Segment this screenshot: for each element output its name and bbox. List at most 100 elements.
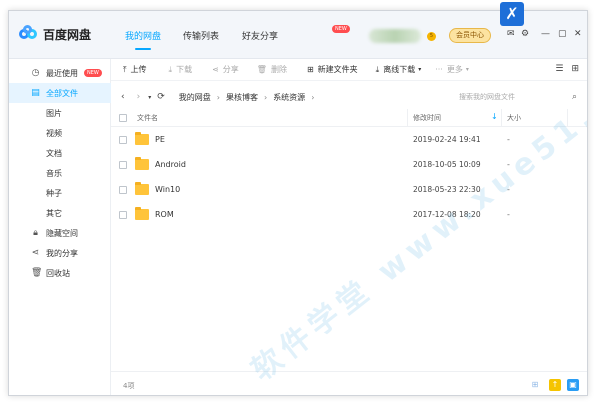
sidebar-item-label: 文档 [46, 148, 62, 158]
clock-icon: ◷ [31, 67, 40, 78]
file-time: 2018-10-05 10:09 [413, 160, 481, 169]
vip-center-button[interactable]: 会员中心 [449, 28, 491, 43]
file-name[interactable]: ROM [155, 210, 174, 219]
column-name[interactable]: 文件名 [137, 113, 158, 123]
mail-icon[interactable]: ✉ [507, 29, 515, 39]
sidebar-item-other[interactable]: 其它 [9, 203, 111, 223]
search-icon[interactable]: ⌕ [572, 92, 577, 102]
new-folder-button[interactable]: ⊞ 新建文件夹 [307, 64, 358, 75]
gear-icon[interactable]: ⚙ [521, 29, 529, 39]
file-size: - [507, 210, 510, 219]
baidu-cloud-logo-icon [19, 25, 39, 43]
download-button[interactable]: ⤓ 下载 [169, 64, 193, 75]
share-label: 分享 [222, 65, 239, 74]
lock-icon: 🔒︎ [33, 227, 38, 238]
upload-button[interactable]: ⤒ 上传 [123, 64, 147, 75]
row-checkbox[interactable] [119, 161, 127, 169]
upload-icon[interactable]: ↑ [549, 379, 561, 391]
sort-down-icon[interactable]: ↓ [491, 112, 498, 121]
item-count: 4项 [123, 382, 135, 390]
chevron-right-icon: › [216, 92, 220, 102]
forward-icon[interactable]: › [137, 92, 141, 102]
folder-icon [135, 182, 149, 195]
file-size: - [507, 185, 510, 194]
maximize-icon[interactable]: ▢ [558, 29, 567, 39]
sidebar-item-label: 全部文件 [46, 88, 78, 98]
close-icon[interactable]: ✕ [574, 29, 582, 39]
sidebar-item-music[interactable]: 音乐 [9, 163, 111, 183]
folder-icon [135, 132, 149, 145]
file-name[interactable]: Win10 [155, 185, 180, 194]
share-icon: ⋖ [212, 65, 219, 74]
delete-button[interactable]: 🗑︎ 删除 [257, 64, 287, 75]
sidebar-item-torrents[interactable]: 种子 [9, 183, 111, 203]
sidebar-item-videos[interactable]: 视频 [9, 123, 111, 143]
table-row[interactable]: Win10 2018-05-23 22:30 - [111, 178, 587, 203]
breadcrumb-item[interactable]: 系统资源 [273, 92, 305, 103]
offline-download-button[interactable]: ⤓ 离线下载 ▾ [376, 64, 422, 75]
minimize-icon[interactable]: — [541, 29, 550, 39]
file-size: - [507, 135, 510, 144]
sidebar-item-label: 最近使用 [46, 68, 78, 78]
folder-icon [135, 207, 149, 220]
more-icon: ··· [435, 65, 443, 74]
upload-label: 上传 [130, 65, 147, 74]
sidebar-item-label: 回收站 [46, 268, 70, 278]
chevron-down-icon: ▾ [465, 66, 469, 73]
offline-download-label: 离线下载 [383, 65, 416, 74]
path-bar: ‹ › ▾ ⟳ 我的网盘 › 果核博客 › 系统资源 › 搜索我的网盘文件 ⌕ [111, 87, 587, 107]
table-row[interactable]: PE 2019-02-24 19:41 - [111, 128, 587, 153]
sidebar-item-label: 隐藏空间 [46, 228, 78, 238]
table-row[interactable]: Android 2018-10-05 10:09 - [111, 153, 587, 178]
refresh-icon[interactable]: ⟳ [157, 92, 165, 102]
chevron-right-icon: › [311, 92, 315, 102]
share-button[interactable]: ⋖ 分享 [212, 64, 239, 75]
sidebar-item-documents[interactable]: 文档 [9, 143, 111, 163]
sidebar-item-label: 图片 [46, 108, 62, 118]
back-icon[interactable]: ‹ [121, 92, 125, 102]
grid-view-icon[interactable]: ⊞ [529, 379, 541, 391]
sidebar-item-hidden-space[interactable]: 🔒︎ 隐藏空间 [9, 223, 111, 243]
sidebar-item-images[interactable]: 图片 [9, 103, 111, 123]
file-list-header: 文件名 修改时间 ↓ 大小 [111, 109, 587, 127]
user-avatar[interactable] [369, 29, 421, 43]
app-window: 百度网盘 我的网盘 传输列表 好友分享 NEW 5 会员中心 ✉ ⚙ — ▢ ✕… [8, 10, 588, 396]
sidebar-item-recent[interactable]: ◷ 最近使用 NEW [9, 63, 111, 83]
sidebar-item-label: 其它 [46, 208, 62, 218]
more-button[interactable]: ··· 更多 ▾ [435, 64, 469, 75]
folder-icon [135, 157, 149, 170]
download-icon: ⤓ [168, 64, 173, 74]
select-all-checkbox[interactable] [119, 114, 127, 122]
sidebar-item-my-share[interactable]: ⋖ 我的分享 [9, 243, 111, 263]
row-checkbox[interactable] [119, 136, 127, 144]
file-icon: ▤ [31, 87, 40, 98]
sidebar-item-recycle-bin[interactable]: 🗑︎ 回收站 [9, 263, 111, 283]
search-input[interactable]: 搜索我的网盘文件 ⌕ [451, 88, 581, 105]
grid-view-icon[interactable]: ⊞ [571, 64, 579, 74]
row-checkbox[interactable] [119, 211, 127, 219]
trash-icon: 🗑︎ [256, 65, 267, 74]
new-badge: NEW [332, 25, 350, 33]
file-time: 2018-05-23 22:30 [413, 185, 481, 194]
file-name[interactable]: Android [155, 160, 186, 169]
file-name[interactable]: PE [155, 135, 165, 144]
table-row[interactable]: ROM 2017-12-08 18:20 - [111, 203, 587, 228]
column-size[interactable]: 大小 [507, 113, 521, 123]
coin-icon[interactable]: 5 [427, 32, 436, 41]
row-checkbox[interactable] [119, 186, 127, 194]
download-icon: ⤓ [375, 64, 380, 74]
sidebar-item-label: 种子 [46, 188, 62, 198]
tab-transfer-list[interactable]: 传输列表 [183, 29, 219, 42]
breadcrumb-item[interactable]: 果核博客 [226, 92, 258, 103]
tab-friend-share[interactable]: 好友分享 [242, 29, 278, 42]
sort-list-icon[interactable]: ☰ [555, 64, 563, 74]
breadcrumb-item[interactable]: 我的网盘 [179, 92, 211, 103]
lock-icon[interactable]: ▣ [567, 379, 579, 391]
chevron-down-icon[interactable]: ▾ [148, 94, 151, 101]
trash-icon: 🗑︎ [31, 267, 43, 278]
search-placeholder: 搜索我的网盘文件 [459, 92, 515, 101]
sidebar-item-all-files[interactable]: ▤ 全部文件 [9, 83, 111, 103]
column-modified-time[interactable]: 修改时间 [413, 113, 441, 123]
sidebar-item-label: 视频 [46, 128, 62, 138]
tab-my-drive[interactable]: 我的网盘 [125, 29, 161, 50]
